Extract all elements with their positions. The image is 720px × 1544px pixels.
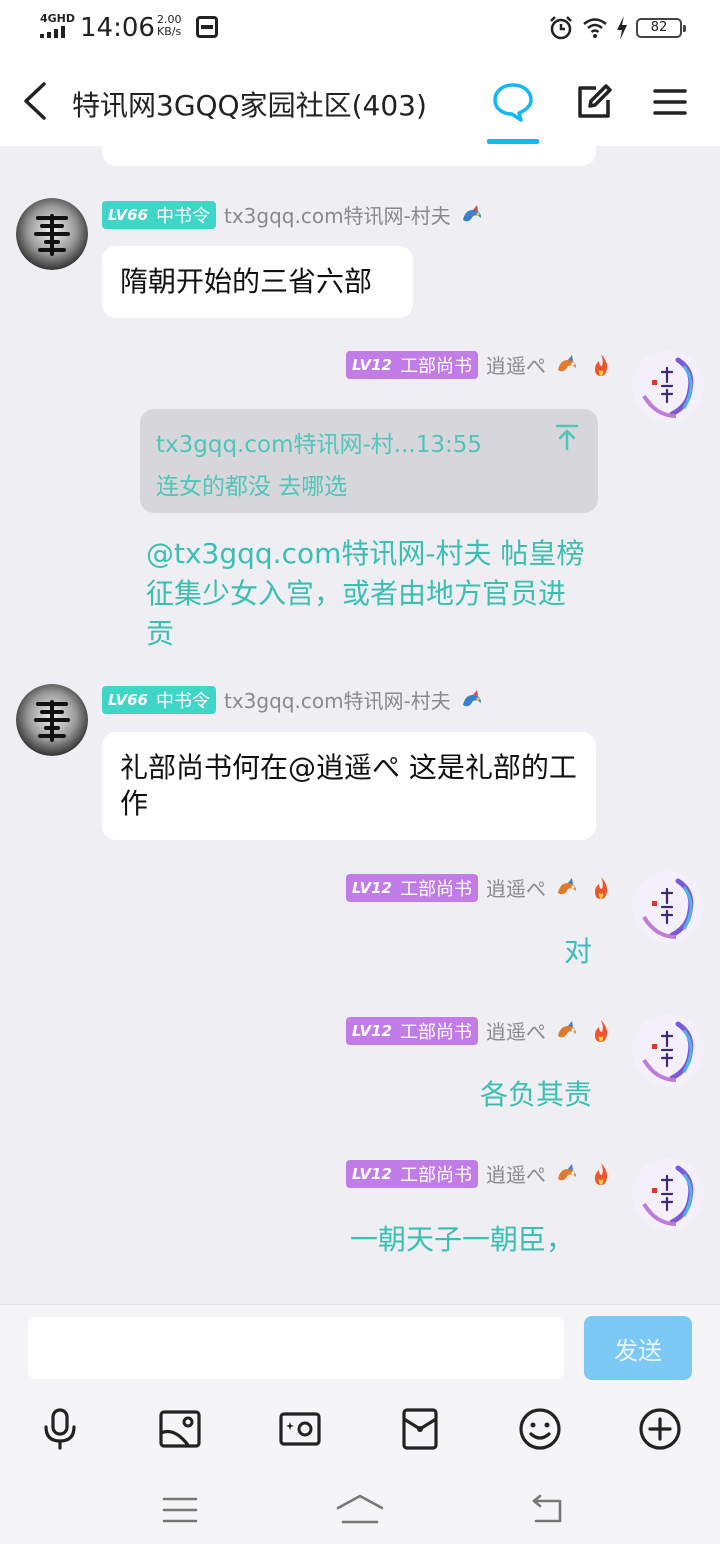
- message-text[interactable]: @tx3gqq.com特讯网-村夫 帖皇榜征集少女入宫，或者由地方官员进贡: [146, 534, 586, 654]
- clock: 14:06: [80, 13, 155, 43]
- voice-button[interactable]: [32, 1401, 88, 1457]
- camera-button[interactable]: [272, 1401, 328, 1457]
- sender-nick: tx3gqq.com特讯网-村夫: [223, 204, 451, 228]
- microphone-icon: [44, 1408, 76, 1450]
- red-packet-icon: [402, 1408, 438, 1450]
- sender-meta: LV12 工部尚书 逍遥ぺ: [346, 1016, 614, 1045]
- active-tab-indicator: [487, 139, 539, 144]
- camera-icon: [279, 1412, 321, 1446]
- menu-icon: [653, 89, 687, 115]
- emoji-button[interactable]: [512, 1401, 568, 1457]
- message-bubble[interactable]: 礼部尚书何在@逍遥ぺ 这是礼部的工作: [102, 732, 596, 840]
- edit-icon: [578, 84, 612, 118]
- avatar-xiaoyao[interactable]: [632, 350, 704, 422]
- input-panel: 发送: [0, 1304, 720, 1544]
- charging-icon: [617, 16, 627, 40]
- sender-nick: 逍遥ぺ: [486, 354, 546, 378]
- sender-nick: tx3gqq.com特讯网-村夫: [223, 689, 451, 713]
- back-button[interactable]: [16, 78, 56, 124]
- back-nav-icon: [532, 1494, 562, 1523]
- level-badge: LV12 工部尚书: [346, 1159, 478, 1188]
- chat-header: 特讯网3GQQ家园社区(403): [0, 56, 720, 146]
- home-icon: [336, 1494, 384, 1524]
- alarm-icon: [550, 16, 572, 40]
- flame-icon: [595, 1019, 608, 1042]
- battery-indicator: 82: [636, 18, 686, 38]
- dragon-icon: [558, 1163, 576, 1180]
- flame-icon: [595, 876, 608, 899]
- quote-header: tx3gqq.com特讯网-村...13:55: [156, 432, 483, 458]
- avatar-xiaoyao[interactable]: [632, 871, 704, 943]
- home-button[interactable]: [330, 1485, 390, 1535]
- avatar-cunfu[interactable]: [16, 684, 88, 756]
- recent-apps-button[interactable]: [150, 1485, 210, 1535]
- level-badge: LV66 中书令: [102, 685, 216, 714]
- group-title: 特讯网3GQQ家园社区(403): [72, 89, 427, 122]
- sender-meta: LV12 工部尚书 逍遥ぺ: [346, 350, 614, 379]
- avatar-cunfu[interactable]: [16, 198, 88, 270]
- signal-icon: [40, 26, 70, 38]
- sender-nick: 逍遥ぺ: [486, 877, 546, 901]
- send-button[interactable]: 发送: [584, 1316, 692, 1380]
- avatar-xiaoyao[interactable]: [632, 1158, 704, 1230]
- ink-avatar-image: [16, 198, 88, 270]
- sender-nick: 逍遥ぺ: [486, 1020, 546, 1044]
- message-list[interactable]: LV66 中书令 tx3gqq.com特讯网-村夫 隋朝开始的三省六部 LV12 工…: [0, 146, 720, 1304]
- message-input[interactable]: [28, 1317, 564, 1379]
- calligraphy-avatar-image: [632, 871, 704, 943]
- calligraphy-avatar-image: [632, 1014, 704, 1086]
- level-badge: LV12 工部尚书: [346, 1016, 478, 1045]
- network-speed: 2.00 KB/s: [157, 14, 182, 38]
- dragon-icon: [462, 689, 481, 706]
- image-icon: [159, 1410, 201, 1448]
- network-type: 4GHD: [40, 12, 76, 25]
- quoted-message[interactable]: tx3gqq.com特讯网-村...13:55 连女的都没 去哪选: [140, 409, 598, 513]
- menu-button[interactable]: [646, 78, 694, 126]
- system-nav-bar: [0, 1475, 720, 1544]
- chat-bubble-icon: [493, 83, 533, 122]
- sender-meta: LV12 工部尚书 逍遥ぺ: [346, 1159, 614, 1188]
- flame-icon: [595, 1162, 608, 1185]
- dragon-icon: [558, 877, 576, 894]
- calligraphy-avatar-image: [632, 1158, 704, 1230]
- red-packet-button[interactable]: [392, 1401, 448, 1457]
- speed-unit: KB/s: [157, 25, 182, 38]
- more-button[interactable]: [632, 1401, 688, 1457]
- status-bar: 4GHD 14:06 2.00 KB/s 82: [0, 0, 720, 56]
- dragon-icon: [558, 354, 576, 371]
- wifi-icon: [583, 18, 607, 38]
- notification-app-icon: [196, 16, 218, 38]
- sender-meta: LV66 中书令 tx3gqq.com特讯网-村夫: [102, 200, 485, 229]
- calligraphy-avatar-image: [632, 350, 704, 422]
- dragon-icon: [462, 204, 481, 221]
- jump-to-quote-icon[interactable]: [554, 423, 580, 451]
- sender-meta: LV66 中书令 tx3gqq.com特讯网-村夫: [102, 685, 485, 714]
- input-toolbar: [0, 1401, 720, 1457]
- flame-icon: [595, 353, 608, 376]
- edit-button[interactable]: [570, 78, 618, 126]
- recent-apps-icon: [162, 1497, 198, 1523]
- sender-nick: 逍遥ぺ: [486, 1163, 546, 1187]
- avatar-xiaoyao[interactable]: [632, 1014, 704, 1086]
- sender-meta: LV12 工部尚书 逍遥ぺ: [346, 873, 614, 902]
- level-badge: LV12 工部尚书: [346, 350, 478, 379]
- message-text[interactable]: 一朝天子一朝臣，: [350, 1220, 574, 1260]
- emoji-icon: [519, 1408, 561, 1450]
- back-icon: [24, 82, 46, 120]
- message-bubble[interactable]: 隋朝开始的三省六部: [102, 246, 413, 318]
- message-text[interactable]: 各负其责: [480, 1075, 592, 1115]
- system-back-button[interactable]: [518, 1485, 578, 1535]
- ink-avatar-image: [16, 684, 88, 756]
- quote-text: 连女的都没 去哪选: [156, 474, 348, 500]
- level-badge: LV66 中书令: [102, 200, 216, 229]
- chat-tab-button[interactable]: [489, 78, 537, 126]
- image-button[interactable]: [152, 1401, 208, 1457]
- previous-message-bubble: [102, 146, 596, 166]
- dragon-icon: [558, 1020, 576, 1037]
- level-badge: LV12 工部尚书: [346, 873, 478, 902]
- plus-icon: [639, 1408, 681, 1450]
- message-text[interactable]: 对: [564, 932, 592, 972]
